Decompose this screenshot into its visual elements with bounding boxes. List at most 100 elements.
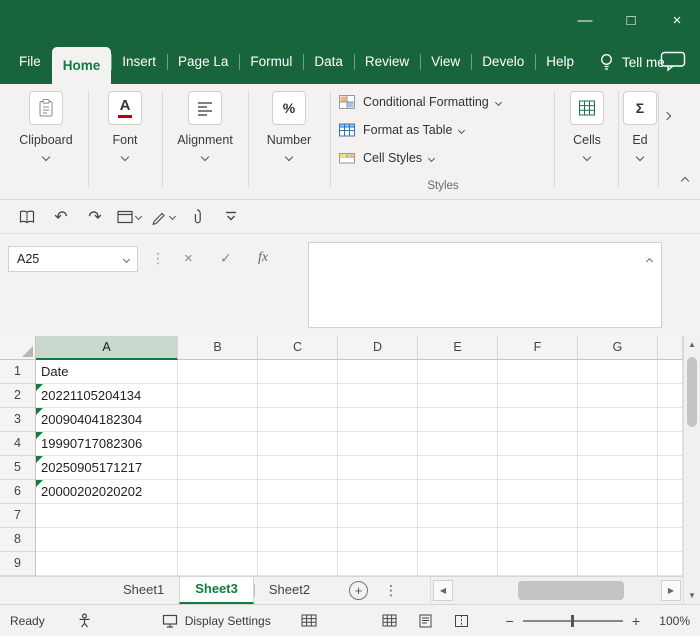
vertical-scroll-thumb[interactable] — [687, 357, 697, 427]
zoom-slider[interactable] — [523, 620, 623, 622]
cell-a4[interactable]: 19990717082306 — [36, 432, 178, 456]
alignment-group-button[interactable]: Alignment — [166, 91, 244, 165]
cell-e4[interactable] — [418, 432, 498, 456]
zoom-out-button[interactable]: − — [506, 613, 514, 629]
cell-g9[interactable] — [578, 552, 658, 576]
cell-e7[interactable] — [418, 504, 498, 528]
cell-b7[interactable] — [178, 504, 258, 528]
clipboard-group-button[interactable]: Clipboard — [8, 91, 84, 165]
zoom-slider-thumb[interactable] — [571, 615, 574, 627]
horizontal-scroll-thumb[interactable] — [518, 581, 624, 600]
horizontal-scroll-track[interactable] — [455, 577, 659, 604]
collapse-ribbon-button[interactable] — [682, 171, 688, 189]
maximize-button[interactable]: □ — [608, 0, 654, 40]
cell-e6[interactable] — [418, 480, 498, 504]
tab-data[interactable]: Data — [303, 40, 354, 84]
cell-d5[interactable] — [338, 456, 418, 480]
cell-b5[interactable] — [178, 456, 258, 480]
cell-f7[interactable] — [498, 504, 578, 528]
cell-d2[interactable] — [338, 384, 418, 408]
scroll-left-icon[interactable]: ◀ — [433, 580, 453, 601]
enter-icon[interactable]: ✓ — [220, 250, 232, 267]
column-header-a[interactable]: A — [36, 336, 178, 360]
ribbon-scroll-right-button[interactable] — [664, 106, 670, 124]
cell-c9[interactable] — [258, 552, 338, 576]
insert-function-button[interactable]: fx — [258, 250, 268, 266]
cell-d7[interactable] — [338, 504, 418, 528]
cell-f1[interactable] — [498, 360, 578, 384]
scroll-down-icon[interactable]: ▼ — [684, 587, 700, 604]
tab-review[interactable]: Review — [354, 40, 420, 84]
tab-insert[interactable]: Insert — [111, 40, 167, 84]
attach-button[interactable] — [180, 204, 214, 230]
cell-b8[interactable] — [178, 528, 258, 552]
cells-group-button[interactable]: Cells — [558, 91, 616, 165]
editing-group-button[interactable]: Σ Ed — [622, 91, 658, 165]
cell-b9[interactable] — [178, 552, 258, 576]
cell-a5[interactable]: 20250905171217 — [36, 456, 178, 480]
tab-develo[interactable]: Develo — [471, 40, 535, 84]
font-group-button[interactable]: A Font — [92, 91, 158, 165]
cell-g1[interactable] — [578, 360, 658, 384]
vertical-scrollbar[interactable]: ▲ ▼ — [683, 336, 700, 604]
cell-c1[interactable] — [258, 360, 338, 384]
cell-a7[interactable] — [36, 504, 178, 528]
cell-a6[interactable]: 20000202020202 — [36, 480, 178, 504]
cell-g4[interactable] — [578, 432, 658, 456]
cell-f6[interactable] — [498, 480, 578, 504]
cell-g6[interactable] — [578, 480, 658, 504]
cell-a3[interactable]: 20090404182304 — [36, 408, 178, 432]
cell-a1[interactable]: Date — [36, 360, 178, 384]
column-header-f[interactable]: F — [498, 336, 578, 360]
vertical-scroll-track[interactable] — [684, 353, 700, 587]
cell-f2[interactable] — [498, 384, 578, 408]
cell-e3[interactable] — [418, 408, 498, 432]
column-header-c[interactable]: C — [258, 336, 338, 360]
page-layout-view-button[interactable] — [414, 610, 438, 632]
row-header-3[interactable]: 3 — [0, 408, 36, 432]
cell-g3[interactable] — [578, 408, 658, 432]
book-button[interactable] — [10, 204, 44, 230]
cell-e9[interactable] — [418, 552, 498, 576]
cell-e1[interactable] — [418, 360, 498, 384]
cell-b3[interactable] — [178, 408, 258, 432]
new-sheet-button[interactable]: + — [349, 581, 368, 600]
page-break-view-button[interactable] — [450, 610, 474, 632]
paste-dropdown-button[interactable] — [112, 204, 146, 230]
cell-b6[interactable] — [178, 480, 258, 504]
cell-c6[interactable] — [258, 480, 338, 504]
tab-file[interactable]: File — [8, 40, 52, 84]
cell-f4[interactable] — [498, 432, 578, 456]
conditional-formatting-button[interactable]: Conditional Formatting — [336, 88, 550, 116]
cell-f8[interactable] — [498, 528, 578, 552]
normal-view-button[interactable] — [378, 610, 402, 632]
cell-e8[interactable] — [418, 528, 498, 552]
sheet-tab-sheet3[interactable]: Sheet3 — [179, 577, 254, 604]
cell-b4[interactable] — [178, 432, 258, 456]
cell-b1[interactable] — [178, 360, 258, 384]
display-settings-button[interactable]: Display Settings — [162, 614, 271, 628]
cell-a8[interactable] — [36, 528, 178, 552]
row-header-9[interactable]: 9 — [0, 552, 36, 576]
cell-styles-button[interactable]: Cell Styles — [336, 144, 550, 172]
redo-button[interactable]: ↷ — [78, 204, 112, 230]
column-header-d[interactable]: D — [338, 336, 418, 360]
cell-d6[interactable] — [338, 480, 418, 504]
tab-formul[interactable]: Formul — [239, 40, 303, 84]
draw-dropdown-button[interactable] — [146, 204, 180, 230]
row-header-6[interactable]: 6 — [0, 480, 36, 504]
column-header-e[interactable]: E — [418, 336, 498, 360]
horizontal-scrollbar[interactable]: ◀ ▶ — [430, 577, 683, 604]
zoom-in-button[interactable]: + — [632, 613, 640, 629]
accessibility-button[interactable] — [77, 613, 92, 628]
cancel-icon[interactable]: × — [184, 250, 193, 267]
tab-help[interactable]: Help — [535, 40, 585, 84]
column-header-g[interactable]: G — [578, 336, 658, 360]
scroll-up-icon[interactable]: ▲ — [684, 336, 700, 353]
row-header-4[interactable]: 4 — [0, 432, 36, 456]
tell-me-button[interactable]: Tell me — [599, 40, 665, 84]
cell-g2[interactable] — [578, 384, 658, 408]
cell-e5[interactable] — [418, 456, 498, 480]
scroll-right-icon[interactable]: ▶ — [661, 580, 681, 601]
column-header-b[interactable]: B — [178, 336, 258, 360]
